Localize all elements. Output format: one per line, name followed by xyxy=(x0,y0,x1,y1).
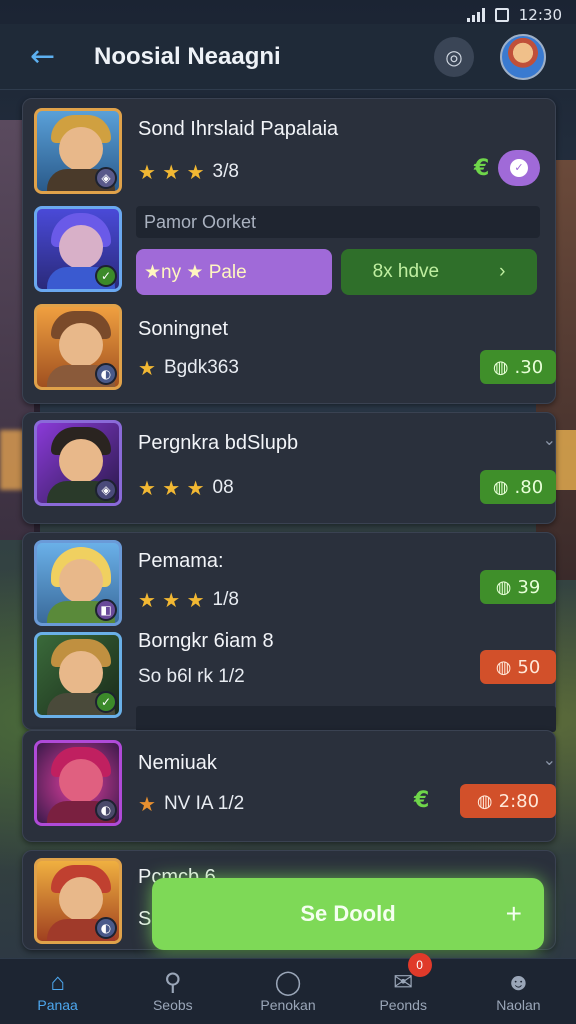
hero-portrait[interactable]: ✓ xyxy=(34,206,122,292)
coin-icon: ◍ xyxy=(495,656,512,678)
rating-stars: ★ ★ ★ 3/8 xyxy=(138,160,239,184)
nav-item-home[interactable]: ⌂ Panaa xyxy=(0,959,115,1024)
divider xyxy=(136,706,556,732)
price-button[interactable]: ◍ 39 xyxy=(480,570,556,604)
search-input[interactable]: Pamor Oorket xyxy=(136,206,540,238)
notification-badge: 0 xyxy=(407,953,432,977)
rating-stars: ★ ★ ★ 1/8 xyxy=(138,588,239,612)
hero-portrait[interactable]: ◐ xyxy=(34,740,122,826)
nav-item-mail[interactable]: ✉ 0 Peonds xyxy=(346,953,461,1024)
coin-icon: ◍ xyxy=(495,576,512,598)
list-item-name: Nemiuak xyxy=(138,752,217,774)
class-badge-icon: ◈ xyxy=(95,167,117,189)
page-title: Noosial Neaagni xyxy=(94,42,281,70)
ring-icon: ◯ xyxy=(274,968,302,996)
primary-cta-button[interactable]: Se Doold + xyxy=(152,878,544,950)
profile-icon: ☻ xyxy=(505,968,532,996)
class-badge-icon: ◧ xyxy=(95,599,117,621)
search-icon: ⚲ xyxy=(164,968,182,996)
top-bar: ← Noosial Neaagni ◎ xyxy=(0,24,576,90)
bottom-nav: ⌂ Panaa ⚲ Seobs ◯ Penokan ✉ 0 Peonds ☻ N… xyxy=(0,953,576,1024)
chevron-down-icon[interactable]: ⌄ xyxy=(543,430,556,449)
class-badge-icon: ◐ xyxy=(95,917,117,939)
hero-portrait[interactable]: ◈ xyxy=(34,108,122,194)
chevron-down-icon[interactable]: ⌄ xyxy=(543,750,556,769)
plus-icon: + xyxy=(505,898,522,929)
hero-portrait[interactable]: ◈ xyxy=(34,420,122,506)
nav-label: Naolan xyxy=(496,996,541,1013)
list-item-name: Soningnet xyxy=(138,318,229,340)
check-icon: ✓ xyxy=(510,159,528,177)
chevron-right-icon: › xyxy=(499,261,506,282)
list-item-name: Borngkr 6iam 8 xyxy=(138,630,274,652)
action-button-label: 8x hdve xyxy=(372,261,440,282)
price-button[interactable]: ◍ .30 xyxy=(480,350,556,384)
coin-icon: ◍ xyxy=(492,356,509,378)
nav-label: Seobs xyxy=(152,996,193,1013)
nav-item-profile[interactable]: ☻ Naolan xyxy=(461,959,576,1024)
class-badge-icon: ✓ xyxy=(95,691,117,713)
home-icon: ⌂ xyxy=(50,968,65,996)
list-item-name: Pergnkra bdSlupb xyxy=(138,432,299,454)
nav-label: Penokan xyxy=(260,996,316,1013)
currency-icon: € xyxy=(474,156,490,181)
battery-icon xyxy=(494,8,509,22)
currency-icon: € xyxy=(414,788,430,813)
action-button[interactable]: 8x hdve › xyxy=(341,249,537,295)
nav-item-ring[interactable]: ◯ Penokan xyxy=(230,959,345,1024)
rating-text: So b6l rk 1/2 xyxy=(138,666,245,687)
hero-portrait[interactable]: ◐ xyxy=(34,858,122,944)
nav-label: Peonds xyxy=(379,996,427,1013)
list-item-name: Sond Ihrslaid Papalaia xyxy=(138,118,339,140)
hero-portrait[interactable]: ◐ xyxy=(34,304,122,390)
class-badge-icon: ◐ xyxy=(95,799,117,821)
class-badge-icon: ◐ xyxy=(95,363,117,385)
class-badge-icon: ◈ xyxy=(95,479,117,501)
toggle-button[interactable]: ✓ xyxy=(498,150,540,186)
list-item-name: Pemama: xyxy=(138,550,224,572)
back-arrow-icon[interactable]: ← xyxy=(30,41,80,72)
clock: 12:30 xyxy=(518,6,562,24)
nav-label: Panaa xyxy=(37,996,78,1013)
avatar[interactable] xyxy=(500,33,546,80)
hero-portrait[interactable]: ◧ xyxy=(34,540,122,626)
cta-label: Se Doold xyxy=(300,901,396,926)
class-badge-icon: ✓ xyxy=(95,265,117,287)
hero-portrait[interactable]: ✓ xyxy=(34,632,122,718)
rating-stars: ★ ★ ★ 08 xyxy=(138,476,234,500)
coin-icon: ◍ xyxy=(476,790,493,812)
signal-icon xyxy=(466,8,485,22)
sync-icon[interactable]: ◎ xyxy=(434,36,474,77)
price-button[interactable]: ◍ 2:80 xyxy=(460,784,556,818)
rating-stars: ★ Bgdk363 xyxy=(138,356,239,380)
coin-icon: ◍ xyxy=(492,476,509,498)
mail-icon: ✉ xyxy=(393,968,414,996)
rating-stars: ★ NV IA 1/2 xyxy=(138,792,245,816)
featured-button[interactable]: ★ny ★ Pale xyxy=(136,249,332,295)
price-button[interactable]: ◍ .80 xyxy=(480,470,556,504)
nav-item-search[interactable]: ⚲ Seobs xyxy=(115,959,230,1024)
price-button[interactable]: ◍ 50 xyxy=(480,650,556,684)
list-item-meta: S xyxy=(138,908,152,930)
